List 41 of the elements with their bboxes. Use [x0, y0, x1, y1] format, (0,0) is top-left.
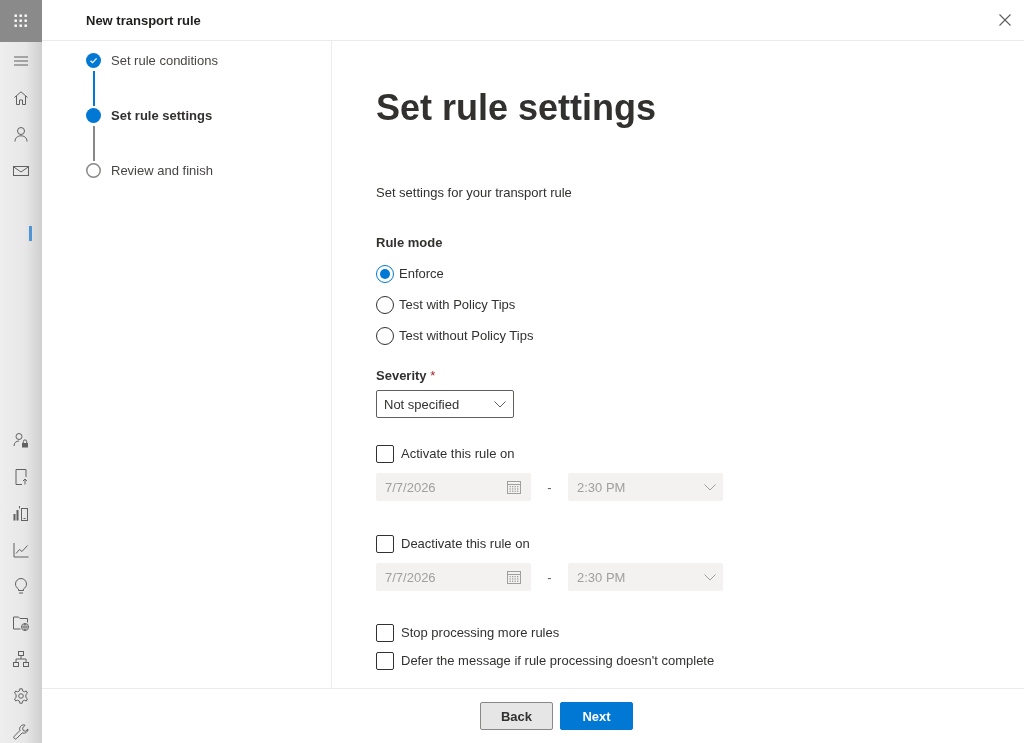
- range-separator: -: [546, 569, 553, 585]
- folder-globe-icon[interactable]: [13, 614, 29, 631]
- checkbox-label: Stop processing more rules: [401, 624, 560, 642]
- step-label[interactable]: Review and finish: [111, 163, 213, 178]
- checkbox-label: Activate this rule on: [401, 445, 515, 463]
- field-label: Rule mode: [376, 234, 443, 252]
- chevron-down-icon: [704, 483, 716, 491]
- checkbox[interactable]: [376, 652, 394, 670]
- chevron-down-icon: [704, 573, 716, 581]
- option-label: Test with Policy Tips: [399, 296, 516, 314]
- app-grid-icon[interactable]: [0, 0, 42, 42]
- close-icon[interactable]: [999, 14, 1011, 26]
- lightbulb-icon[interactable]: [13, 578, 29, 594]
- page-heading: Set rule settings: [376, 86, 657, 130]
- next-button[interactable]: Next: [560, 702, 633, 730]
- severity-dropdown[interactable]: Not specified: [376, 390, 514, 418]
- chevron-down-icon: [494, 400, 506, 408]
- line-chart-icon[interactable]: [13, 541, 29, 558]
- person-lock-icon[interactable]: [13, 432, 29, 448]
- org-chart-icon[interactable]: [13, 651, 29, 667]
- wrench-icon[interactable]: [13, 724, 29, 740]
- option-label: Enforce: [399, 265, 444, 283]
- step-label[interactable]: Set rule settings: [111, 108, 213, 123]
- field-label: Severity *: [376, 367, 436, 385]
- checkbox-label: Defer the message if rule processing doesn't complete: [401, 652, 715, 670]
- document-arrow-icon[interactable]: [13, 468, 29, 485]
- calendar-icon: [506, 569, 522, 585]
- chart-device-icon[interactable]: [13, 505, 29, 521]
- page-description: Set settings for your transport rule: [376, 184, 572, 202]
- back-button[interactable]: Back: [480, 702, 553, 730]
- settings-icon[interactable]: [13, 687, 29, 704]
- panel-title: New transport rule: [86, 12, 201, 28]
- step-label[interactable]: Set rule conditions: [111, 53, 218, 68]
- person-icon[interactable]: [13, 126, 29, 143]
- range-separator: -: [546, 479, 553, 495]
- checkbox-label: Deactivate this rule on: [401, 535, 530, 553]
- option-label: Test without Policy Tips: [399, 327, 534, 345]
- selection-indicator: [29, 226, 32, 241]
- calendar-icon: [506, 479, 522, 495]
- checkbox[interactable]: [376, 624, 394, 642]
- home-icon[interactable]: [13, 89, 29, 106]
